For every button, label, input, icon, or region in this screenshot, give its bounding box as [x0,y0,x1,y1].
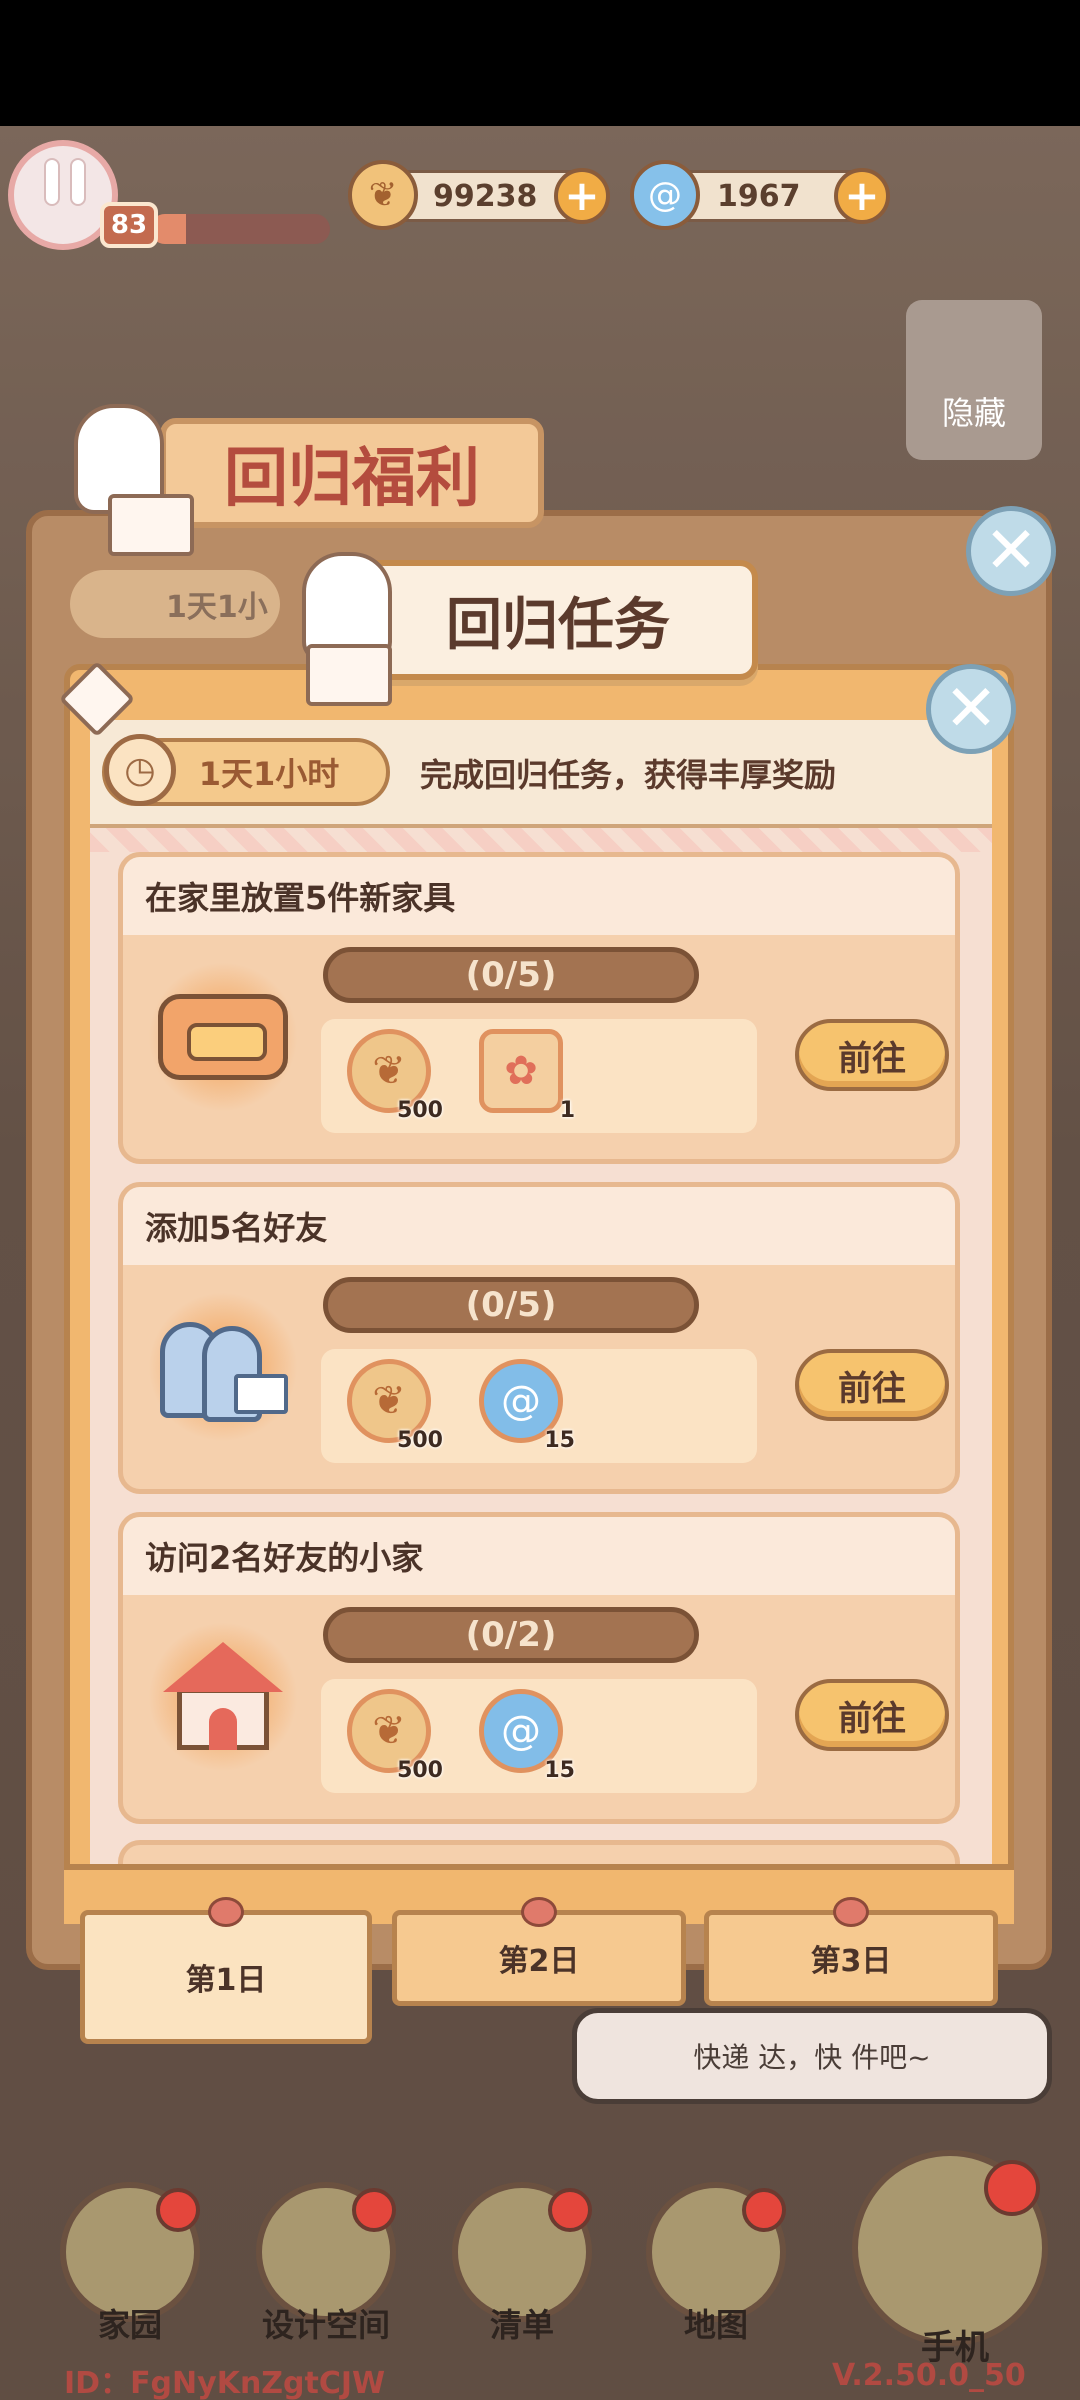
close-tasks-button[interactable]: ✕ [926,664,1016,754]
day-tab-1[interactable]: 第1日 [80,1897,372,2044]
coin-icon: ❦ [348,160,418,230]
reward-item: ✿ 1 [479,1029,575,1123]
reward-item: @ 15 [479,1359,575,1453]
nav-design-label: 设计空间 [261,2306,390,2344]
day-tab-3[interactable]: 第3日 [704,1897,998,2006]
house-roof [163,1642,283,1692]
mail-shape [234,1374,288,1414]
sofa-shape [158,994,288,1080]
paw-icon [208,1897,244,1927]
notification-dot [984,2160,1040,2216]
day-tab-label: 第3日 [810,1944,892,1979]
task-card: 添加5名好友 (0/5) ❦ 500 @ 15 前往 [118,1182,960,1494]
day-tab-2[interactable]: 第2日 [392,1897,686,2006]
reward-quantity: 15 [544,1758,575,1783]
reward-quantity: 15 [544,1428,575,1453]
go-button[interactable]: 前往 [795,1679,949,1751]
paw-icon [833,1897,869,1927]
task-card: 访问2名好友的小家 (0/2) ❦ 500 @ 15 前往 [118,1512,960,1824]
task-progress: (0/5) [323,947,699,1003]
house-icon [148,1622,298,1772]
return-benefits-title: 回归福利 [160,418,544,528]
house-door [209,1708,237,1750]
task-card: 在家里放置5件新家具 (0/5) ❦ 500 ✿ 1 前往 [118,852,960,1164]
task-title: 添加5名好友 [123,1187,955,1265]
sofa-icon [148,962,298,1112]
return-tasks-title: 回归任务 [358,560,758,680]
paw-icon [521,1897,557,1927]
task-title: 在家里放置5件新家具 [123,857,955,935]
reward-quantity: 500 [397,1758,443,1783]
nav-list-label: 清单 [489,2306,554,2344]
day-tab-label: 第1日 [185,1963,267,1998]
reward-area: ❦ 500 @ 15 [321,1679,757,1793]
task-title: 访问2名好友的小家 [123,1517,955,1595]
reward-area: ❦ 500 @ 15 [321,1349,757,1463]
reward-item: @ 15 [479,1689,575,1783]
go-button[interactable]: 前往 [795,1349,949,1421]
status-bar [0,0,1080,126]
friends-icon [148,1292,298,1442]
app-version: V.2.50.0_50 [832,2358,1026,2393]
phone-button[interactable] [852,2150,1048,2346]
hide-ui-label: 隐藏 [941,394,1006,432]
pattern-strip [90,826,992,852]
task-subtitle: 完成回归任务，获得丰厚奖励 [420,756,837,794]
reward-area: ❦ 500 ✿ 1 [321,1019,757,1133]
reward-quantity: 500 [397,1098,443,1123]
reward-item: ❦ 500 [347,1029,443,1123]
close-benefits-button[interactable]: ✕ [966,506,1056,596]
notification-dot [742,2188,786,2232]
house-shape [163,1642,283,1752]
notification-dot [548,2188,592,2232]
player-id: ID：FgNyKnZgtCJW [64,2366,386,2400]
gem-count: 1967 [717,178,801,214]
reward-quantity: 1 [559,1098,575,1123]
notification-dot [352,2188,396,2232]
avatar-ear-right [70,158,86,206]
day-tab-label: 第2日 [498,1944,580,1979]
envelope-icon [306,644,392,706]
add-coins-button[interactable]: + [554,168,610,224]
avatar-ear-left [44,158,60,206]
speech-bubble: 快递 达，快 件吧~ [572,2008,1052,2104]
go-button[interactable]: 前往 [795,1019,949,1091]
friends-shape [158,1312,288,1422]
xp-bar [150,214,330,244]
hide-ui-button[interactable]: 隐藏 [906,300,1042,460]
task-progress: (0/2) [323,1607,699,1663]
reward-item: ❦ 500 [347,1359,443,1453]
envelope-icon [108,494,194,556]
swirl-gem-icon: @ [630,160,700,230]
return-benefits-timer: 1天1小 [70,570,280,638]
reward-item: ❦ 500 [347,1689,443,1783]
task-progress: (0/5) [323,1277,699,1333]
level-badge: 83 [100,202,158,248]
reward-quantity: 500 [397,1428,443,1453]
coin-count: 99238 [433,178,538,214]
notification-dot [156,2188,200,2232]
paw-ticket-icon: ✿ [479,1029,563,1113]
nav-home-label: 家园 [97,2306,162,2344]
add-gems-button[interactable]: + [834,168,890,224]
clock-icon: ◷ [104,734,176,806]
nav-map-label: 地图 [683,2306,748,2344]
